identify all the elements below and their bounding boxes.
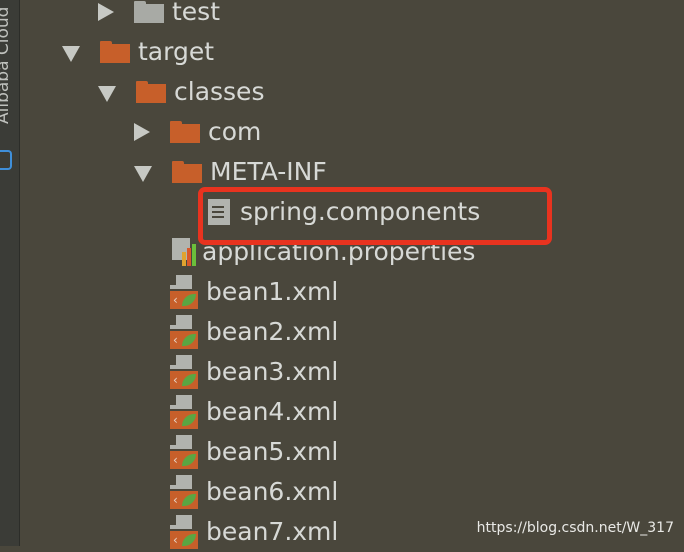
- expand-arrow-icon[interactable]: [98, 3, 114, 21]
- tree-item-label: bean5.xml: [206, 437, 339, 466]
- tree-item-label: META-INF: [210, 157, 327, 186]
- cloud-icon[interactable]: [0, 150, 12, 170]
- spring-xml-icon: ‹: [170, 395, 198, 429]
- tool-window-sidebar: Alibaba Cloud: [0, 0, 20, 546]
- collapse-arrow-icon[interactable]: [98, 86, 116, 102]
- tree-item-bean-xml[interactable]: ‹ bean7.xml: [170, 512, 338, 552]
- tree-item-bean-xml[interactable]: ‹ bean5.xml: [170, 432, 338, 472]
- folder-icon: [136, 81, 166, 103]
- expand-arrow-icon[interactable]: [134, 123, 150, 141]
- tree-item-label: bean1.xml: [206, 277, 339, 306]
- tree-item-com[interactable]: com: [134, 112, 261, 152]
- tree-item-bean-xml[interactable]: ‹ bean1.xml: [170, 272, 338, 312]
- collapse-arrow-icon[interactable]: [62, 46, 80, 62]
- tree-item-test[interactable]: test: [98, 0, 220, 32]
- folder-icon: [172, 161, 202, 183]
- tree-item-label: test: [172, 0, 221, 26]
- spring-xml-icon: ‹: [170, 275, 198, 309]
- tree-item-bean-xml[interactable]: ‹ bean3.xml: [170, 352, 338, 392]
- properties-file-icon: [170, 238, 196, 266]
- tree-item-bean-xml[interactable]: ‹ bean2.xml: [170, 312, 338, 352]
- tree-item-classes[interactable]: classes: [98, 72, 264, 112]
- collapse-arrow-icon[interactable]: [134, 166, 152, 182]
- spring-xml-icon: ‹: [170, 355, 198, 389]
- tree-item-label: bean6.xml: [206, 477, 339, 506]
- tree-item-label: target: [138, 37, 215, 66]
- project-tree[interactable]: test target classes com META-INF spring.…: [20, 0, 684, 549]
- highlight-box: [198, 187, 552, 245]
- spring-xml-icon: ‹: [170, 515, 198, 549]
- alibaba-cloud-tab[interactable]: Alibaba Cloud: [0, 4, 13, 124]
- watermark: https://blog.csdn.net/W_317: [476, 520, 674, 536]
- tree-item-label: com: [208, 117, 262, 146]
- tree-item-label: bean2.xml: [206, 317, 339, 346]
- folder-icon: [100, 41, 130, 63]
- tree-item-meta-inf[interactable]: META-INF: [134, 152, 327, 192]
- spring-xml-icon: ‹: [170, 475, 198, 509]
- tree-item-target[interactable]: target: [62, 32, 214, 72]
- folder-icon: [134, 1, 164, 23]
- spring-xml-icon: ‹: [170, 315, 198, 349]
- tree-item-bean-xml[interactable]: ‹ bean6.xml: [170, 472, 338, 512]
- folder-icon: [170, 121, 200, 143]
- tree-item-label: bean4.xml: [206, 397, 339, 426]
- tree-item-bean-xml[interactable]: ‹ bean4.xml: [170, 392, 338, 432]
- tree-item-label: classes: [174, 77, 265, 106]
- tree-item-label: bean7.xml: [206, 517, 339, 546]
- spring-xml-icon: ‹: [170, 435, 198, 469]
- tree-item-label: bean3.xml: [206, 357, 339, 386]
